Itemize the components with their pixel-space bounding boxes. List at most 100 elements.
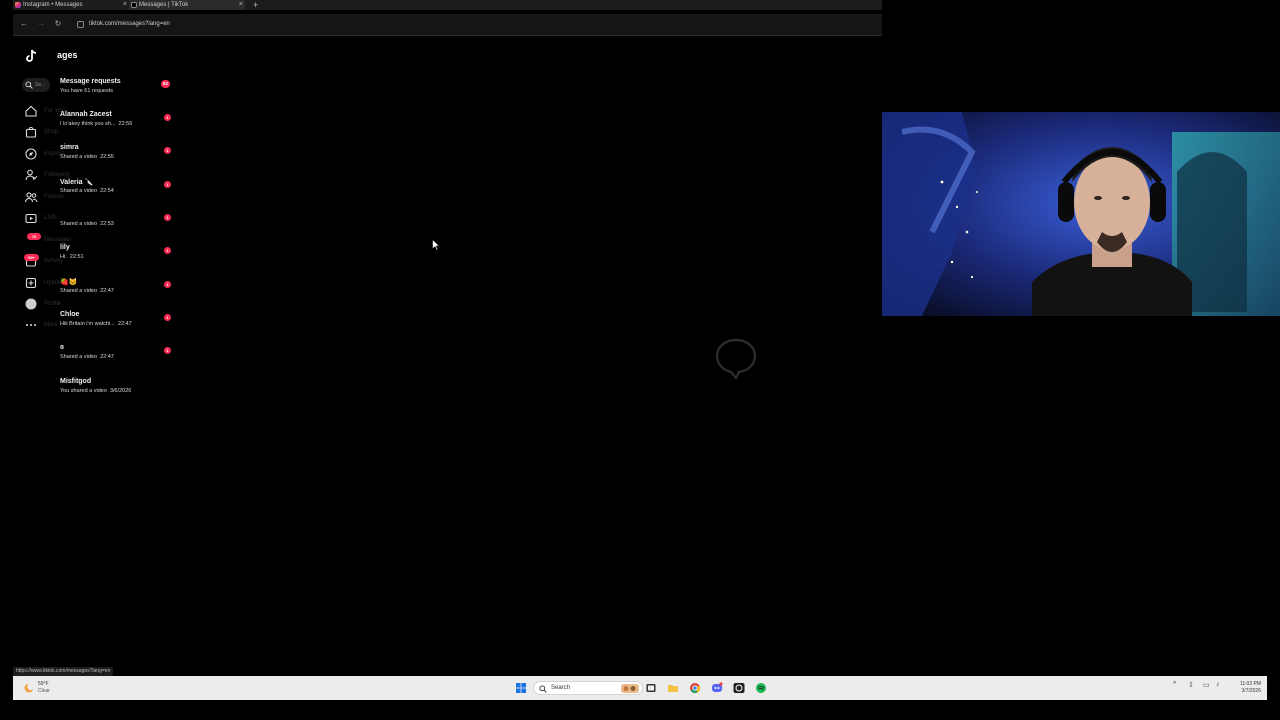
conversation-item[interactable]: Misfitgod You shared a video 3/6/2026: [60, 378, 180, 408]
conversation-preview: Shared a video 22:53: [60, 221, 114, 227]
weather-widget[interactable]: 59°F Clear: [21, 680, 61, 696]
tab-title: Messages | TikTok: [139, 2, 189, 8]
nav-label-live: LIVE: [44, 215, 58, 221]
conversation-time: 3/6/2026: [109, 388, 132, 394]
conversation-item[interactable]: Valeria 🔪 Shared a video 22:54 1: [60, 178, 180, 208]
url-field[interactable]: tiktok.com/messages?lang=en: [73, 18, 873, 32]
conversation-item[interactable]: ɞ Shared a video 22:47 1: [60, 344, 180, 374]
obs-icon[interactable]: [733, 682, 745, 694]
tiktok-icon: [131, 2, 137, 8]
unread-badge: 1: [164, 181, 171, 188]
taskbar: 59°F Clear Search ^ ⇩ ▭ ♪ 11:02 PM 3/7/2…: [13, 676, 1267, 700]
unread-badge: 1: [164, 147, 171, 154]
url-text: tiktok.com/messages?lang=en: [89, 21, 170, 27]
unread-badge: 1: [164, 247, 171, 254]
conversation-preview: You have 61 requests: [60, 88, 114, 94]
unread-badge: 1: [164, 314, 171, 321]
unread-badge: 1: [164, 114, 171, 121]
close-icon[interactable]: ×: [123, 0, 127, 10]
tab-bar: Instagram • Messages × Messages | TikTok…: [13, 0, 882, 10]
webcam-overlay: [882, 112, 1280, 316]
conversation-item[interactable]: Alannah Zacest I lo'akey think you sh...…: [60, 111, 180, 141]
unread-badge: 1: [164, 281, 171, 288]
search-input[interactable]: Se...: [22, 78, 50, 92]
avatar[interactable]: [24, 297, 38, 311]
conversation-preview: I lo'akey think you sh... 22:56: [60, 121, 133, 127]
tab-tiktok[interactable]: Messages | TikTok ×: [129, 0, 245, 10]
conversation-time: 22:55: [100, 154, 114, 160]
conversation-name: Chloe: [60, 311, 80, 318]
conversation-item[interactable]: simra Shared a video 22:55 1: [60, 144, 180, 174]
conversation-time: 22:54: [100, 188, 114, 194]
conversation-preview: Shared a video 22:55: [60, 154, 114, 160]
conversation-name: ɞ: [60, 344, 64, 351]
windows-start-icon[interactable]: [515, 682, 527, 694]
conversation-preview: Shared a video 22:47: [60, 354, 114, 360]
upload-icon[interactable]: [24, 276, 38, 290]
conversation-name: lily: [60, 244, 70, 251]
taskbar-search-label: Search: [551, 685, 571, 691]
chat-bubble-icon: [715, 338, 757, 380]
tray-download-icon[interactable]: ⇩: [1188, 681, 1194, 689]
tiktok-logo-icon[interactable]: [24, 49, 38, 63]
conversation-time: 22:47: [100, 354, 114, 360]
back-icon[interactable]: ←: [19, 19, 29, 28]
tray-network-icon[interactable]: ▭: [1203, 681, 1210, 689]
tab-title: Instagram • Messages: [23, 2, 83, 8]
activity-badge: 99+: [24, 254, 39, 261]
taskbar-search[interactable]: Search: [533, 681, 643, 695]
search-icon: [25, 81, 33, 89]
instagram-icon: [15, 2, 21, 8]
conversation-name: Alannah Zacest: [60, 111, 112, 118]
unread-badge: 62: [161, 80, 171, 88]
reload-icon[interactable]: ↻: [53, 19, 63, 28]
tray-chevron-icon[interactable]: ^: [1173, 681, 1176, 688]
shop-icon[interactable]: [24, 125, 38, 139]
forward-icon[interactable]: →: [36, 19, 46, 28]
friends-icon[interactable]: [24, 190, 38, 204]
close-icon[interactable]: ×: [239, 0, 243, 10]
home-icon[interactable]: [24, 104, 38, 118]
conversation-name: Valeria 🔪: [60, 179, 94, 186]
discord-icon[interactable]: [711, 682, 723, 694]
tab-instagram[interactable]: Instagram • Messages ×: [13, 0, 129, 10]
conversation-time: 22:53: [100, 221, 114, 227]
message-requests-item[interactable]: Message requests You have 61 requests 62: [60, 78, 180, 108]
conversation-time: 22:47: [100, 288, 114, 294]
chrome-icon[interactable]: [689, 682, 701, 694]
new-tab-button[interactable]: +: [253, 0, 258, 10]
site-info-icon[interactable]: [77, 21, 84, 28]
page-title: ages: [57, 50, 78, 60]
conversation-preview: Hi. 22:51: [60, 254, 84, 260]
more-icon[interactable]: [24, 318, 38, 332]
conversation-item[interactable]: Chloe Hiii Britain i'm watchi... 22:47 1: [60, 311, 180, 341]
clock-time: 11:02 PM: [1239, 681, 1261, 687]
conversation-name: 🍓🐱: [60, 279, 78, 286]
conversation-item[interactable]: Shared a video 22:53 1: [60, 211, 180, 241]
unread-badge: 1: [164, 347, 171, 354]
messages-badge: 70: [27, 233, 41, 240]
tray-volume-icon[interactable]: ♪: [1216, 681, 1220, 688]
following-icon[interactable]: [24, 168, 38, 182]
conversation-name: simra: [60, 144, 79, 151]
spotify-icon[interactable]: [755, 682, 767, 694]
nav-label-shop: Shop: [44, 129, 59, 135]
file-explorer-icon[interactable]: [667, 682, 679, 694]
status-bar-url: https://www.tiktok.com/messages?lang=en: [13, 667, 114, 676]
conversation-time: 22:47: [117, 321, 132, 327]
task-view-icon[interactable]: [645, 682, 657, 694]
screen: Instagram • Messages × Messages | TikTok…: [0, 0, 1280, 720]
conversation-time: 22:51: [69, 254, 84, 260]
search-highlight-icon: [621, 684, 639, 693]
conversation-preview: You shared a video 3/6/2026: [60, 388, 132, 394]
nav-label-profile: Profile: [44, 301, 62, 307]
explore-icon[interactable]: [24, 147, 38, 161]
search-placeholder: Se...: [35, 82, 46, 88]
conversation-item[interactable]: lily Hi. 22:51 1: [60, 244, 180, 274]
weather-condition: Clear: [38, 688, 50, 694]
conversation-item[interactable]: 🍓🐱 Shared a video 22:47 1: [60, 278, 180, 308]
clock[interactable]: 11:02 PM 3/7/2026: [1231, 681, 1261, 695]
weather-temp: 59°F: [38, 681, 49, 687]
conversation-preview: Shared a video 22:54: [60, 188, 114, 194]
live-icon[interactable]: [24, 211, 38, 225]
